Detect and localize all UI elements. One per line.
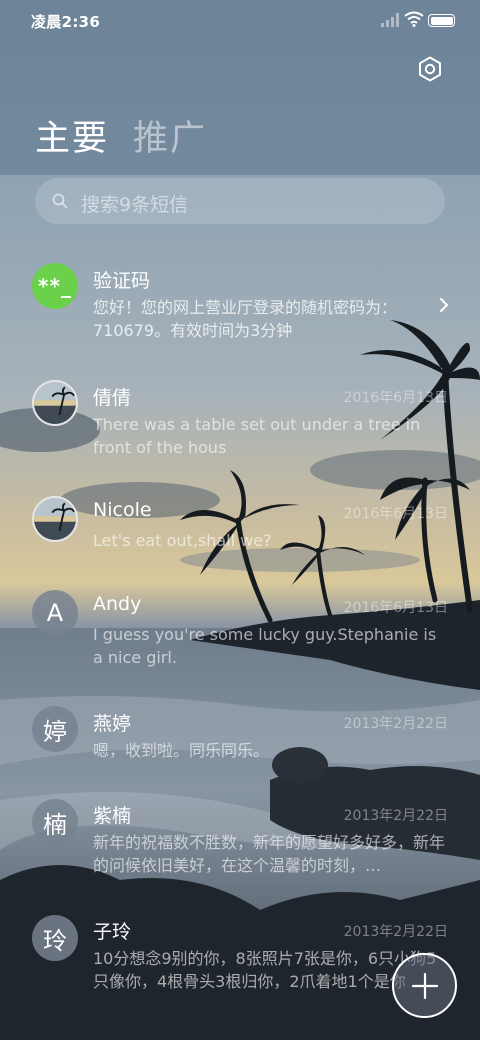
tab-main[interactable]: 主要 [35, 110, 109, 161]
list-item[interactable]: 倩倩 2016年6月13日 There was a table set out … [0, 368, 480, 478]
avatar: 玲 [32, 915, 78, 961]
message-date: 2013年2月22日 [343, 924, 448, 940]
avatar-photo-beach [34, 498, 76, 540]
avatar: 楠 [32, 799, 78, 845]
avatar [32, 496, 78, 542]
message-date: 2013年2月22日 [343, 716, 448, 732]
message-preview: Let's eat out,shall we? [93, 531, 272, 550]
avatar-text: 婷 [43, 717, 67, 746]
search-icon [52, 193, 68, 209]
avatar: A [32, 590, 78, 636]
status-time: 凌晨2:36 [31, 13, 101, 31]
sender-name: 子玲 [93, 921, 132, 943]
search-placeholder: 搜索9条短信 [81, 194, 189, 216]
sender-name: 倩倩 [93, 387, 132, 409]
list-item[interactable]: Nicole 2016年6月13日 Let's eat out,shall we… [0, 484, 480, 574]
message-preview: I guess you're some lucky guy.Stephanie … [93, 625, 437, 667]
message-date: 2016年6月13日 [343, 390, 448, 406]
new-message-button[interactable] [392, 953, 457, 1018]
avatar-text: A [46, 599, 64, 627]
avatar-photo-beach [34, 382, 76, 424]
sender-name: 验证码 [93, 270, 151, 292]
sender-name: Andy [93, 593, 142, 615]
list-item[interactable]: A Andy 2016年6月13日 I guess you're some lu… [0, 578, 480, 688]
search-input[interactable]: 搜索9条短信 [35, 178, 445, 224]
message-date: 2016年6月13日 [343, 506, 448, 522]
gear-icon[interactable] [417, 56, 443, 82]
message-preview: 您好！您的网上营业厅登录的随机密码为：710679。有效时间为3分钟 [93, 298, 398, 340]
avatar-text: **_ [38, 274, 72, 298]
message-preview: There was a table set out under a tree i… [93, 415, 421, 457]
avatar-text: 楠 [43, 810, 67, 839]
chevron-right-icon[interactable] [438, 296, 450, 314]
message-preview: 新年的祝福数不胜数，新年的愿望好多好多，新年的问候依旧美好，在这个温馨的时刻，… [93, 833, 445, 875]
avatar [32, 380, 78, 426]
list-item[interactable]: 婷 燕婷 2013年2月22日 嗯，收到啦。同乐同乐。 [0, 694, 480, 784]
status-bar: 凌晨2:36 [0, 0, 480, 42]
plus-icon [412, 973, 438, 999]
sender-name: 紫楠 [93, 805, 132, 827]
message-date: 2016年6月13日 [343, 600, 448, 616]
list-item[interactable]: **_ 验证码 您好！您的网上营业厅登录的随机密码为：710679。有效时间为3… [0, 250, 480, 360]
avatar: **_ [32, 263, 78, 309]
tab-promotion[interactable]: 推广 [133, 110, 207, 161]
message-preview: 嗯，收到啦。同乐同乐。 [93, 741, 270, 760]
battery-icon [428, 14, 455, 27]
signal-icon [381, 13, 399, 27]
sender-name: 燕婷 [93, 713, 132, 735]
avatar-text: 玲 [43, 926, 67, 955]
message-date: 2013年2月22日 [343, 808, 448, 824]
avatar: 婷 [32, 706, 78, 752]
sender-name: Nicole [93, 499, 152, 521]
list-item[interactable]: 楠 紫楠 2013年2月22日 新年的祝福数不胜数，新年的愿望好多好多，新年的问… [0, 786, 480, 896]
wifi-icon [404, 11, 424, 27]
